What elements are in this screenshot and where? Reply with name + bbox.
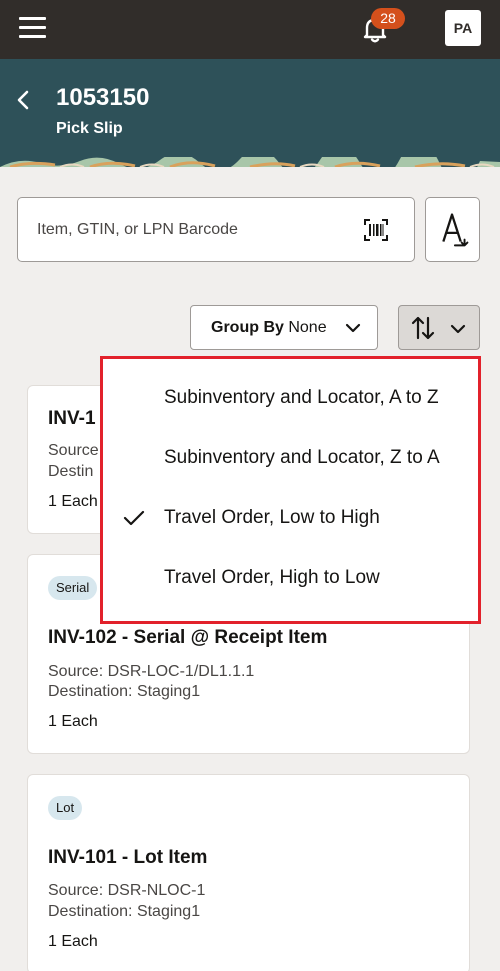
card-quantity: 1 Each [48,713,98,730]
page-subtitle: Pick Slip [56,120,123,137]
header-pattern [0,157,500,167]
sort-az-icon [442,213,469,247]
sort-option-label: Travel Order, Low to High [164,507,380,528]
card-title: INV-102 - Serial @ Receipt Item [48,627,328,648]
sort-option-travel-high-low[interactable]: Travel Order, High to Low [103,548,478,608]
notification-badge: 28 [371,8,405,29]
group-by-dropdown[interactable]: Group By None [190,305,378,350]
sort-menu-button[interactable] [398,305,480,350]
status-badge: Lot [48,796,83,820]
avatar[interactable]: PA [445,10,481,46]
top-bar: 28 PA [0,0,500,59]
status-badge: Serial [48,576,98,600]
card-source: Source: DSR-NLOC-1 [48,882,206,899]
chevron-down-icon [450,324,466,334]
group-by-label: Group By [211,319,284,336]
checkmark-icon [123,510,145,526]
sort-option-subinventory-a-z[interactable]: Subinventory and Locator, A to Z [103,368,478,428]
card-quantity: 1 Each [48,493,98,510]
group-by-value: None [288,319,327,336]
barcode-scan-icon[interactable] [364,219,388,241]
page-header [0,59,500,167]
sort-option-label: Travel Order, High to Low [164,567,380,588]
sort-az-button[interactable] [425,197,480,262]
card-source: Source [48,442,99,459]
card-title: INV-101 - Lot Item [48,847,208,868]
card-destination: Destination: Staging1 [48,683,201,700]
card-destination: Destination: Staging1 [48,903,201,920]
sort-option-subinventory-z-a[interactable]: Subinventory and Locator, Z to A [103,428,478,488]
chevron-down-icon [345,323,361,333]
card-destination: Destin [48,463,94,480]
back-chevron-icon[interactable] [12,88,36,112]
sort-arrows-icon [411,316,435,340]
sort-options-menu: Subinventory and Locator, A to Z Subinve… [100,356,481,624]
card-source: Source: DSR-LOC-1/DL1.1.1 [48,663,255,680]
card-quantity: 1 Each [48,933,98,950]
page-title: 1053150 [56,84,150,111]
search-input[interactable] [37,198,357,261]
barcode-search-field [17,197,415,262]
sort-option-label: Subinventory and Locator, Z to A [164,447,440,468]
pick-task-card[interactable]: Lot INV-101 - Lot Item Source: DSR-NLOC-… [27,774,470,971]
menu-icon[interactable] [19,17,46,38]
sort-option-label: Subinventory and Locator, A to Z [164,387,439,408]
card-title: INV-1 [48,408,96,429]
sort-option-travel-low-high[interactable]: Travel Order, Low to High [103,488,478,548]
